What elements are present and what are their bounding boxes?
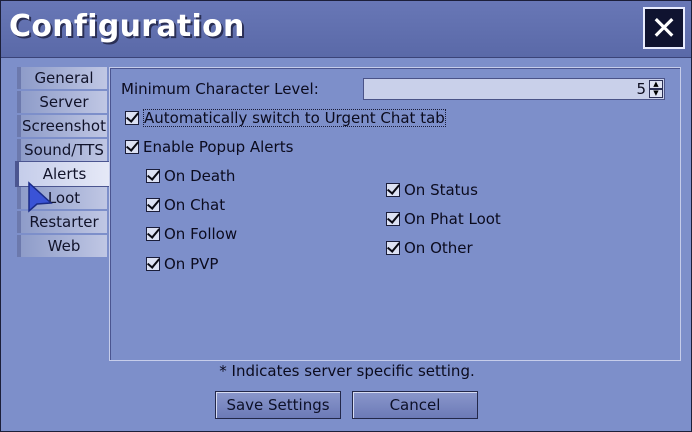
on-chat-checkbox[interactable] xyxy=(146,198,160,212)
on-status-label[interactable]: On Status xyxy=(404,181,478,199)
on-other-label[interactable]: On Other xyxy=(404,239,473,257)
tab-general[interactable]: General xyxy=(17,67,107,89)
option-on-follow[interactable]: On Follow xyxy=(146,225,237,243)
auto-switch-row[interactable]: Automatically switch to Urgent Chat tab xyxy=(125,109,446,127)
on-pvp-checkbox[interactable] xyxy=(146,257,160,271)
min-level-label: Minimum Character Level: xyxy=(121,80,319,98)
min-level-stepper[interactable]: 5 ▲ ▼ xyxy=(363,78,665,100)
tab-screenshot[interactable]: Screenshot xyxy=(17,115,107,137)
close-icon[interactable]: ✕ xyxy=(643,7,685,49)
min-level-row: Minimum Character Level: xyxy=(121,80,319,98)
window-title: Configuration xyxy=(9,9,245,44)
enable-popup-label[interactable]: Enable Popup Alerts xyxy=(143,138,293,156)
mouse-pointer-icon xyxy=(28,181,53,213)
server-setting-note: * Indicates server specific setting. xyxy=(219,362,475,380)
option-on-phat-loot[interactable]: On Phat Loot xyxy=(386,210,501,228)
cancel-button[interactable]: Cancel xyxy=(352,391,478,419)
on-phat-loot-checkbox[interactable] xyxy=(386,212,400,226)
save-settings-label: Save Settings xyxy=(226,396,330,414)
option-on-status[interactable]: On Status xyxy=(386,181,478,199)
title-bar[interactable]: Configuration ✕ xyxy=(1,1,691,58)
auto-switch-label[interactable]: Automatically switch to Urgent Chat tab xyxy=(143,109,446,127)
option-on-chat[interactable]: On Chat xyxy=(146,196,225,214)
tab-server[interactable]: Server xyxy=(17,91,107,113)
on-follow-label[interactable]: On Follow xyxy=(164,225,237,243)
tab-web[interactable]: Web xyxy=(17,235,107,257)
enable-popup-row[interactable]: Enable Popup Alerts xyxy=(125,138,293,156)
save-settings-button[interactable]: Save Settings xyxy=(215,391,341,419)
tab-sound-tts[interactable]: Sound/TTS xyxy=(17,139,107,161)
on-phat-loot-label[interactable]: On Phat Loot xyxy=(404,210,501,228)
spin-buttons: ▲ ▼ xyxy=(649,80,663,98)
decrement-arrow-icon[interactable]: ▼ xyxy=(649,89,663,98)
on-status-checkbox[interactable] xyxy=(386,183,400,197)
option-on-pvp[interactable]: On PVP xyxy=(146,255,218,273)
on-death-checkbox[interactable] xyxy=(146,169,160,183)
option-on-other[interactable]: On Other xyxy=(386,239,473,257)
on-death-label[interactable]: On Death xyxy=(164,167,235,185)
enable-popup-checkbox[interactable] xyxy=(125,140,139,154)
increment-arrow-icon[interactable]: ▲ xyxy=(649,80,663,89)
on-other-checkbox[interactable] xyxy=(386,241,400,255)
on-pvp-label[interactable]: On PVP xyxy=(164,255,218,273)
on-follow-checkbox[interactable] xyxy=(146,227,160,241)
on-chat-label[interactable]: On Chat xyxy=(164,196,225,214)
min-level-value[interactable]: 5 xyxy=(636,80,646,98)
option-on-death[interactable]: On Death xyxy=(146,167,235,185)
configuration-window: Configuration ✕ General Server Screensho… xyxy=(0,0,692,432)
cancel-label: Cancel xyxy=(389,396,441,414)
auto-switch-checkbox[interactable] xyxy=(125,111,139,125)
